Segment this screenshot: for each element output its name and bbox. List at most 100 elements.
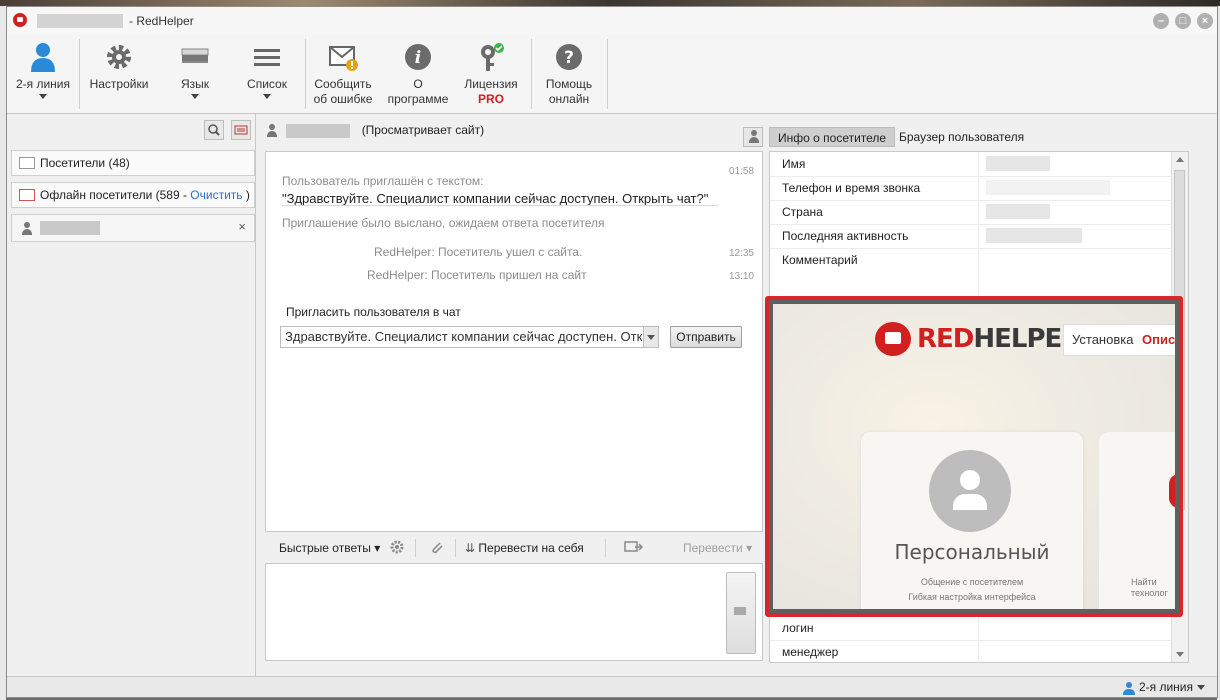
status-line-label: 2-я линия: [1138, 680, 1193, 694]
info-key: логин: [782, 621, 814, 635]
toolbar-divider: [415, 539, 416, 557]
quick-replies-label: Быстрые ответы: [279, 541, 371, 555]
toolbar-divider: [605, 539, 606, 557]
license-button[interactable]: Лицензия PRO: [459, 41, 523, 107]
list-label: Список: [247, 77, 287, 91]
transfer-to-self-button[interactable]: ⇊ Перевести на себя: [465, 541, 584, 555]
status-bar: 2-я линия: [7, 676, 1217, 697]
sidebar-item-offline-visitors[interactable]: Офлайн посетители (589 - Очистить ): [11, 182, 255, 208]
info-row: Комментарий: [770, 248, 1188, 297]
line-label: 2-я линия: [15, 77, 71, 91]
logo-red: RED: [917, 324, 974, 354]
chat-header: (Просматривает сайт): [265, 123, 765, 145]
transfer-button[interactable]: Перевести ▾: [683, 541, 752, 555]
divider: [282, 205, 718, 206]
toolbar-divider: [455, 539, 456, 557]
help-label-1: Помощь: [545, 77, 593, 91]
toolbar-divider: [531, 39, 532, 109]
send-invite-button[interactable]: Отправить: [670, 326, 742, 348]
info-row: логин: [770, 616, 1188, 641]
info-row: Страна: [770, 200, 1188, 225]
info-key: Телефон и время звонка: [782, 181, 921, 195]
info-row: Имя: [770, 152, 1188, 177]
avatar-icon: [929, 450, 1011, 532]
gear-icon: [107, 45, 131, 69]
plan2-line1: Найти: [1131, 577, 1157, 587]
key-icon: [481, 43, 504, 71]
plan2-line2: технолог: [1131, 588, 1168, 598]
search-icon[interactable]: [203, 120, 224, 140]
visitor-user-icon: [265, 123, 279, 138]
app-window: - RedHelper – □ × 2-я линия Настройки Яз…: [6, 6, 1218, 698]
forward-mail-icon[interactable]: [623, 539, 644, 558]
visitor-action-icon[interactable]: [743, 127, 763, 147]
chat-log: Пользователь приглашён с текстом: "Здрав…: [265, 151, 763, 532]
info-key: менеджер: [782, 645, 839, 659]
column-divider: [978, 152, 979, 176]
timestamp: 12:35: [728, 248, 754, 259]
online-help-button[interactable]: ? Помощь онлайн: [537, 41, 601, 107]
list-button[interactable]: Список: [239, 41, 295, 99]
event-sender: RedHelper:: [374, 245, 435, 259]
transfer-label: Перевести: [683, 541, 743, 555]
invite-text: "Здравствуйте. Специалист компании сейча…: [282, 191, 709, 206]
sidebar-item-visitors[interactable]: Посетители (48): [11, 150, 255, 176]
paperclip-icon[interactable]: [429, 539, 445, 558]
invite-intro: Пользователь приглашён с текстом:: [282, 174, 484, 188]
redhelper-logo: REDHELPER: [917, 324, 1081, 354]
report-bug-label-1: Сообщить: [314, 77, 372, 91]
site-preview: REDHELPER Установка Описа Персональный О…: [773, 304, 1175, 609]
tab-visitor-info[interactable]: Инфо о посетителе: [769, 127, 896, 147]
about-label-1: О: [413, 77, 423, 91]
visitor-status: (Просматривает сайт): [361, 123, 485, 137]
settings-button[interactable]: Настройки: [87, 41, 151, 92]
chevron-down-icon: [191, 94, 199, 99]
flag-icon: [181, 48, 209, 63]
scroll-down-icon[interactable]: [1176, 652, 1184, 657]
sidebar-item-current-visitor[interactable]: ×: [11, 214, 255, 242]
column-divider: [978, 200, 979, 224]
about-button[interactable]: i О программе: [385, 41, 451, 107]
visitor-user-icon: [20, 222, 34, 236]
reply-textarea[interactable]: [265, 563, 763, 661]
keyboard-icon[interactable]: [231, 120, 251, 140]
report-bug-button[interactable]: Сообщить об ошибке: [309, 41, 377, 107]
close-icon[interactable]: ×: [1197, 13, 1213, 29]
invite-label: Пригласить пользователя в чат: [286, 305, 461, 319]
minimize-icon[interactable]: –: [1153, 13, 1169, 29]
visitor-name-blurred: [40, 220, 100, 235]
column-divider: [978, 176, 979, 200]
plan-card-second: Найти технолог: [1099, 432, 1175, 609]
scroll-up-icon[interactable]: [1176, 157, 1184, 162]
close-icon[interactable]: ×: [238, 215, 246, 239]
send-message-button[interactable]: [726, 572, 756, 654]
title-blurred-name: [37, 14, 123, 28]
event-sender: RedHelper:: [367, 268, 428, 282]
gear-icon[interactable]: [389, 539, 405, 558]
maximize-icon[interactable]: □: [1175, 13, 1191, 29]
line-selector-button[interactable]: 2-я линия: [15, 41, 71, 99]
invite-sent-status: Приглашение было выслано, ожидаем ответа…: [282, 216, 605, 230]
invite-text-select[interactable]: Здравствуйте. Специалист компании сейчас…: [280, 326, 659, 348]
info-key: Комментарий: [782, 253, 858, 267]
quick-replies-button[interactable]: Быстрые ответы ▾: [279, 541, 380, 555]
title-bar: - RedHelper – □ ×: [7, 7, 1217, 35]
help-icon: ?: [556, 44, 582, 70]
status-line-selector[interactable]: 2-я линия: [1122, 680, 1205, 695]
toolbar-divider: [305, 39, 306, 109]
reply-toolbar: Быстрые ответы ▾ ⇊ Перевести на себя Пер…: [265, 537, 763, 559]
info-value-blurred: [986, 156, 1050, 171]
info-value-blurred: [986, 180, 1110, 195]
event-text: Посетитель ушел с сайта.: [438, 245, 583, 259]
transfer-to-self-label: Перевести на себя: [478, 541, 584, 555]
language-button[interactable]: Язык: [167, 41, 223, 99]
chevron-down-icon[interactable]: [643, 327, 658, 347]
tab-user-browser[interactable]: Браузер пользователя: [891, 127, 1032, 147]
info-value-blurred: [986, 228, 1082, 243]
offline-visitors-icon: [19, 189, 35, 201]
help-label-2: онлайн: [548, 92, 590, 106]
column-divider: [978, 248, 979, 296]
clear-offline-link[interactable]: Очистить: [190, 188, 242, 202]
plan-subtitle: Общение с посетителем: [920, 577, 1024, 587]
svg-text:i: i: [415, 48, 421, 68]
